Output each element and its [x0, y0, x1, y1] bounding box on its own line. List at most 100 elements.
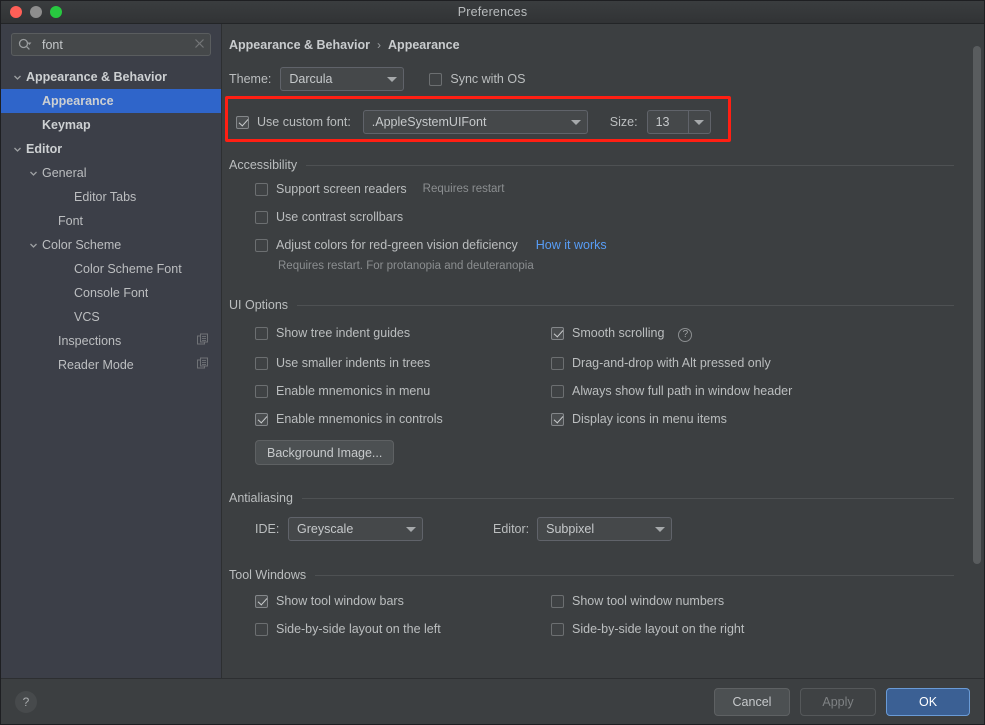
ui-options-option[interactable]: Smooth scrolling? [551, 324, 954, 342]
checkbox-box [255, 182, 268, 196]
sync-with-os-checkbox[interactable]: Sync with OS [429, 72, 525, 86]
section-divider [301, 497, 954, 499]
sidebar-item-general[interactable]: General [1, 161, 221, 185]
ui-options-option[interactable]: Drag-and-drop with Alt pressed only [551, 356, 954, 370]
tool-windows-option-label: Side-by-side layout on the left [276, 622, 441, 636]
sidebar-item-editor[interactable]: Editor [1, 137, 221, 161]
sidebar-item-keymap[interactable]: Keymap [1, 113, 221, 137]
sidebar-item-color-scheme-font[interactable]: Color Scheme Font [1, 257, 221, 281]
custom-font-select[interactable]: .AppleSystemUIFont [362, 110, 588, 134]
ui-options-option[interactable]: Enable mnemonics in controls [255, 412, 551, 426]
close-icon[interactable] [194, 36, 205, 54]
help-icon[interactable]: ? [678, 328, 693, 342]
copy-settings-icon[interactable] [197, 333, 209, 349]
dialog-footer: ? Cancel Apply OK [1, 678, 984, 724]
theme-label: Theme: [229, 72, 272, 86]
accessibility-options: Support screen readers Requires restart Us… [229, 182, 954, 252]
tool-windows-section-header: Tool Windows [229, 568, 954, 582]
accessibility-option[interactable]: Use contrast scrollbars [255, 210, 954, 224]
scrollbar-thumb[interactable] [973, 46, 981, 564]
tool-windows-option[interactable]: Side-by-side layout on the left [255, 622, 551, 636]
cancel-button[interactable]: Cancel [714, 687, 790, 716]
accessibility-option[interactable]: Support screen readers Requires restart [255, 182, 954, 196]
ui-options-option[interactable]: Use smaller indents in trees [255, 356, 551, 370]
sidebar-item-inspections[interactable]: Inspections [1, 329, 221, 353]
ui-options-option[interactable]: Show tree indent guides [255, 324, 551, 342]
checkbox-box [255, 210, 268, 224]
checkbox-box [255, 384, 268, 398]
ui-options-option[interactable]: Enable mnemonics in menu [255, 384, 551, 398]
checkbox-box [429, 72, 443, 86]
checkbox-box [255, 326, 268, 340]
chevron-down-icon [400, 526, 422, 532]
accessibility-note: Requires restart. For protanopia and deu… [278, 260, 534, 272]
theme-row: Theme: Darcula Sync with OS [229, 67, 954, 91]
checkbox-box [255, 238, 268, 252]
sidebar-item-font[interactable]: Font [1, 209, 221, 233]
sidebar-item-console-font[interactable]: Console Font [1, 281, 221, 305]
sync-with-os-label: Sync with OS [450, 72, 526, 86]
accessibility-title: Accessibility [229, 158, 298, 172]
how-it-works-link[interactable]: How it works [536, 238, 607, 252]
ui-options-option[interactable]: Display icons in menu items [551, 412, 954, 426]
sidebar-item-vcs[interactable]: VCS [1, 305, 221, 329]
tool-windows-option[interactable]: Show tool window numbers [551, 594, 954, 608]
tool-windows-option-label: Show tool window numbers [572, 594, 725, 608]
chevron-down-icon[interactable] [28, 240, 39, 251]
ide-antialiasing-select[interactable]: Greyscale [288, 517, 423, 541]
accessibility-option[interactable]: Adjust colors for red-green vision defic… [255, 238, 954, 252]
ok-button[interactable]: OK [886, 687, 970, 716]
checkbox-box [255, 356, 268, 370]
sidebar-item-label: General [42, 166, 87, 180]
font-size-label: Size: [609, 115, 638, 129]
ui-options-option[interactable]: Always show full path in window header [551, 384, 954, 398]
settings-sidebar: font Appearance & Behavior Appearance Keym… [1, 24, 222, 679]
apply-button[interactable]: Apply [800, 687, 876, 716]
ide-antialiasing-label: IDE: [255, 522, 280, 536]
search-input[interactable]: font [11, 33, 211, 56]
window-title: Preferences [457, 5, 528, 19]
content-scrollbar[interactable] [970, 24, 984, 679]
breadcrumb-separator-icon: › [377, 38, 382, 52]
tool-windows-option[interactable]: Side-by-side layout on the right [551, 622, 954, 636]
sidebar-item-color-scheme[interactable]: Color Scheme [1, 233, 221, 257]
settings-content: Appearance & Behavior › Appearance Theme… [222, 24, 984, 636]
ui-options-option-label: Enable mnemonics in menu [276, 384, 431, 398]
tool-windows-option[interactable]: Show tool window bars [255, 594, 551, 608]
sidebar-item-label: Reader Mode [58, 358, 134, 372]
sidebar-item-editor-tabs[interactable]: Editor Tabs [1, 185, 221, 209]
theme-select[interactable]: Darcula [280, 67, 405, 91]
antialiasing-row: IDE: Greyscale Editor: Subpixel [229, 517, 954, 541]
sidebar-item-label: Inspections [58, 334, 122, 348]
chevron-down-icon [565, 119, 587, 125]
sidebar-item-appearance[interactable]: Appearance [1, 89, 221, 113]
sidebar-item-label: Appearance & Behavior [26, 70, 168, 84]
help-button[interactable]: ? [15, 690, 37, 713]
chevron-down-icon[interactable] [28, 168, 39, 179]
search-icon [18, 38, 33, 51]
background-image-button[interactable]: Background Image... [255, 440, 395, 465]
sidebar-item-reader-mode[interactable]: Reader Mode [1, 353, 221, 377]
settings-tree: Appearance & Behavior Appearance Keymap Edi… [1, 65, 221, 377]
use-custom-font-checkbox[interactable]: Use custom font: [236, 115, 351, 129]
copy-settings-icon[interactable] [197, 357, 209, 373]
sidebar-item-label: Editor Tabs [74, 190, 137, 204]
chevron-down-icon [687, 111, 710, 133]
chevron-down-icon[interactable] [12, 72, 23, 83]
editor-antialiasing-select[interactable]: Subpixel [537, 517, 673, 541]
accessibility-option-label: Use contrast scrollbars [276, 210, 404, 224]
breadcrumb-current: Appearance [388, 38, 460, 52]
checkbox-box [551, 622, 564, 636]
ide-antialiasing-value: Greyscale [297, 522, 354, 536]
font-size-select[interactable]: 13 [646, 110, 711, 134]
chevron-down-icon[interactable] [12, 144, 23, 155]
sidebar-item-appearance-behavior[interactable]: Appearance & Behavior [1, 65, 221, 89]
ui-options-option-label: Drag-and-drop with Alt pressed only [572, 356, 771, 370]
sidebar-item-label: Console Font [74, 286, 149, 300]
breadcrumb-parent[interactable]: Appearance & Behavior [229, 38, 370, 52]
accessibility-option-hint: Requires restart [422, 183, 505, 195]
